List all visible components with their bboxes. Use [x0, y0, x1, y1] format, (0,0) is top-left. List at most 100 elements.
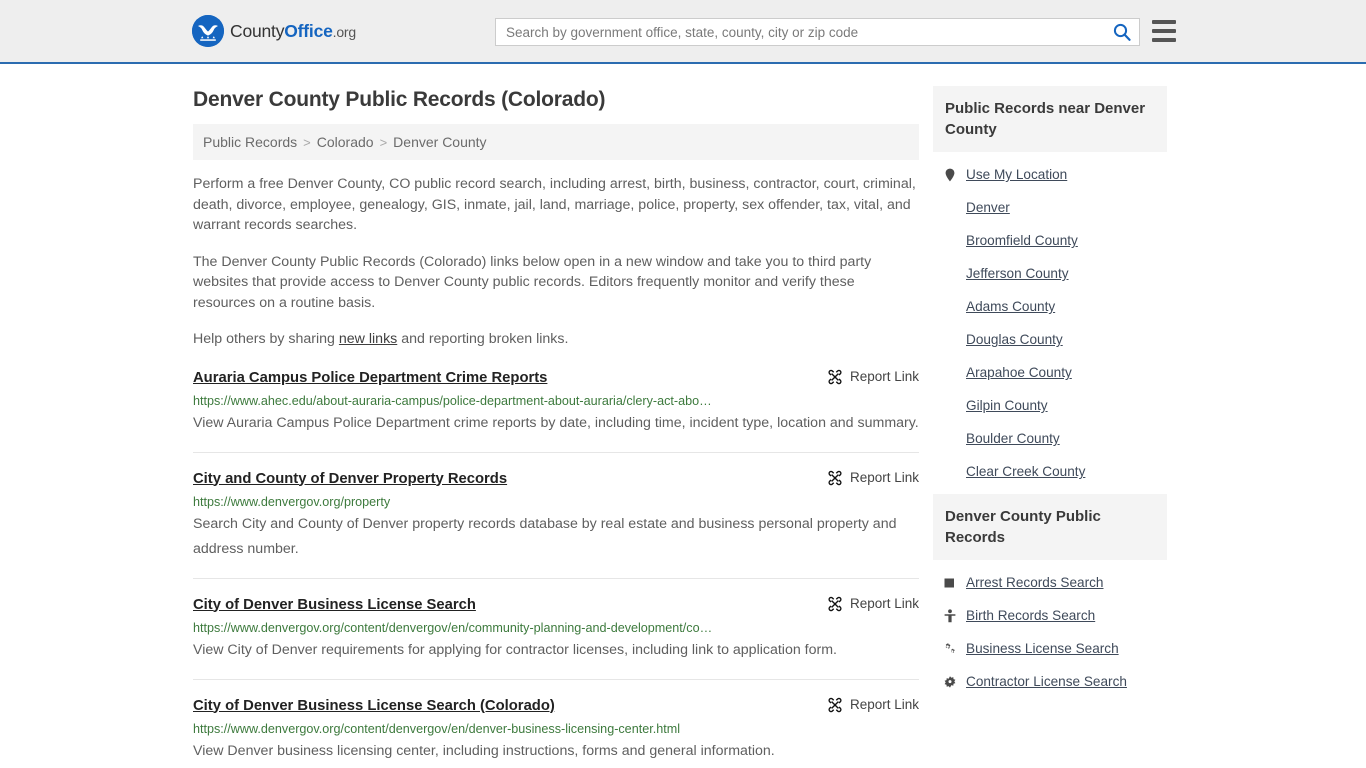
result-header: City and County of Denver Property Recor… — [193, 469, 919, 489]
sidebar-records-item: Contractor License Search — [933, 665, 1167, 698]
sidebar-nearby-link[interactable]: Douglas County — [966, 332, 1063, 347]
report-link-button[interactable]: Report Link — [827, 595, 919, 612]
result-header: City of Denver Business License Search (… — [193, 696, 919, 716]
broken-link-icon — [828, 470, 842, 485]
intro-p3-after: and reporting broken links. — [397, 331, 569, 347]
sidebar-records-link[interactable]: Business License Search — [966, 641, 1119, 656]
result-url: https://www.denvergov.org/content/denver… — [193, 620, 713, 635]
result-title-link[interactable]: City and County of Denver Property Recor… — [193, 469, 507, 489]
hamburger-menu-icon[interactable] — [1152, 20, 1176, 42]
intro-paragraph-2: The Denver County Public Records (Colora… — [193, 253, 872, 311]
breadcrumb-item-1[interactable]: Colorado — [317, 134, 374, 150]
sidebar: Public Records near Denver County Use My… — [933, 64, 1167, 704]
sidebar-nearby-link[interactable]: Denver — [966, 200, 1010, 215]
broken-link-icon — [828, 697, 842, 712]
report-link-label: Report Link — [849, 596, 919, 611]
sidebar-nearby-heading: Public Records near Denver County — [933, 86, 1167, 152]
sidebar-nearby-link[interactable]: Boulder County — [966, 431, 1060, 446]
sidebar-icon-placeholder — [943, 234, 957, 248]
sidebar-records-link[interactable]: Contractor License Search — [966, 674, 1127, 689]
search-icon — [1113, 23, 1131, 41]
search-button[interactable] — [1105, 19, 1139, 45]
result-title-link[interactable]: Auraria Campus Police Department Crime R… — [193, 368, 547, 388]
sidebar-icon-placeholder — [943, 333, 957, 347]
sidebar-nearby-item: Denver — [933, 191, 1167, 224]
sidebar-nearby-item: Jefferson County — [933, 257, 1167, 290]
brand-part-org: .org — [332, 23, 357, 40]
sidebar-icon-placeholder — [943, 300, 957, 314]
page-title: Denver County Public Records (Colorado) — [193, 88, 606, 111]
result-description: View City of Denver requirements for app… — [193, 641, 837, 658]
sidebar-card-records: Denver County Public Records Arrest Reco… — [933, 494, 1167, 698]
report-link-button[interactable]: Report Link — [827, 469, 919, 486]
sidebar-nearby-item: Gilpin County — [933, 389, 1167, 422]
intro-p3-before: Help others by sharing — [193, 331, 339, 347]
intro-paragraph-3: Help others by sharing new links and rep… — [193, 329, 919, 350]
breadcrumb-separator-0: > — [303, 134, 311, 150]
result-title-link[interactable]: City of Denver Business License Search — [193, 595, 476, 615]
sidebar-icon-placeholder — [943, 465, 957, 479]
sidebar-nearby-link[interactable]: Jefferson County — [966, 266, 1069, 281]
brand-wordmark: CountyOffice.org — [230, 21, 356, 42]
sidebar-nearby-item: Boulder County — [933, 422, 1167, 455]
breadcrumb-item-0[interactable]: Public Records — [203, 134, 297, 150]
brand-part-office: Office — [284, 20, 333, 41]
report-link-label: Report Link — [849, 470, 919, 485]
sidebar-nearby-link[interactable]: Arapahoe County — [966, 365, 1072, 380]
site-header: CountyOffice.org — [0, 0, 1366, 64]
result-description: View Denver business licensing center, i… — [193, 742, 775, 759]
sidebar-icon-placeholder — [943, 399, 957, 413]
eagle-shield-logo-icon — [192, 15, 224, 47]
result-header: City of Denver Business License Search R… — [193, 595, 919, 615]
result-item: City and County of Denver Property Recor… — [193, 469, 919, 579]
report-link-button[interactable]: Report Link — [827, 368, 919, 385]
sidebar-icon-placeholder — [943, 267, 957, 281]
sidebar-nearby-item: Adams County — [933, 290, 1167, 323]
result-item: City of Denver Business License Search R… — [193, 595, 919, 680]
search-input[interactable] — [496, 19, 1105, 45]
result-item: City of Denver Business License Search (… — [193, 696, 919, 768]
sidebar-nearby-item: Arapahoe County — [933, 356, 1167, 389]
hard-hat-icon — [943, 675, 957, 689]
baby-icon — [943, 608, 957, 623]
result-description: Search City and County of Denver propert… — [193, 515, 897, 557]
hamburger-bar-2 — [1152, 29, 1176, 33]
sidebar-records-item: Birth Records Search — [933, 599, 1167, 632]
result-url: https://www.denvergov.org/property — [193, 494, 391, 509]
report-link-button[interactable]: Report Link — [827, 696, 919, 713]
result-item: Auraria Campus Police Department Crime R… — [193, 368, 919, 453]
gears-icon — [943, 642, 957, 656]
page-body: Denver County Public Records (Colorado) … — [0, 64, 1366, 768]
sidebar-nearby-item: Clear Creek County — [933, 455, 1167, 488]
brand-part-county: County — [230, 20, 285, 41]
sidebar-records-item: Arrest Records Search — [933, 566, 1167, 599]
results-list: Auraria Campus Police Department Crime R… — [193, 368, 919, 768]
breadcrumb-separator-1: > — [379, 134, 388, 150]
sidebar-nearby-link[interactable]: Clear Creek County — [966, 464, 1085, 479]
sidebar-icon-placeholder — [943, 366, 957, 380]
sidebar-nearby-item: Broomfield County — [933, 224, 1167, 257]
sidebar-icon-placeholder — [943, 201, 957, 215]
sidebar-records-item: Business License Search — [933, 632, 1167, 665]
sidebar-nearby-link[interactable]: Gilpin County — [966, 398, 1048, 413]
report-link-label: Report Link — [849, 697, 919, 712]
breadcrumb-item-2[interactable]: Denver County — [393, 134, 486, 150]
result-title-link[interactable]: City of Denver Business License Search (… — [193, 696, 555, 716]
new-links-link[interactable]: new links — [339, 331, 397, 347]
site-logo-link[interactable]: CountyOffice.org — [192, 15, 356, 47]
sidebar-records-list: Arrest Records Search Birth Records Searc… — [933, 560, 1167, 698]
sidebar-records-link[interactable]: Birth Records Search — [966, 608, 1095, 623]
sidebar-nearby-link[interactable]: Use My Location — [966, 167, 1067, 182]
sidebar-records-link[interactable]: Arrest Records Search — [966, 575, 1104, 590]
result-url: https://www.ahec.edu/about-auraria-campu… — [193, 393, 712, 408]
result-description: View Auraria Campus Police Department cr… — [193, 414, 919, 431]
sidebar-card-nearby: Public Records near Denver County Use My… — [933, 86, 1167, 488]
handcuffs-icon — [943, 576, 957, 590]
intro-paragraph-1: Perform a free Denver County, CO public … — [193, 176, 916, 233]
sidebar-nearby-link[interactable]: Adams County — [966, 299, 1055, 314]
result-header: Auraria Campus Police Department Crime R… — [193, 368, 919, 388]
sidebar-nearby-link[interactable]: Broomfield County — [966, 233, 1078, 248]
search-bar[interactable] — [495, 18, 1140, 46]
main-content: Denver County Public Records (Colorado) … — [193, 64, 919, 768]
result-url: https://www.denvergov.org/content/denver… — [193, 721, 680, 736]
